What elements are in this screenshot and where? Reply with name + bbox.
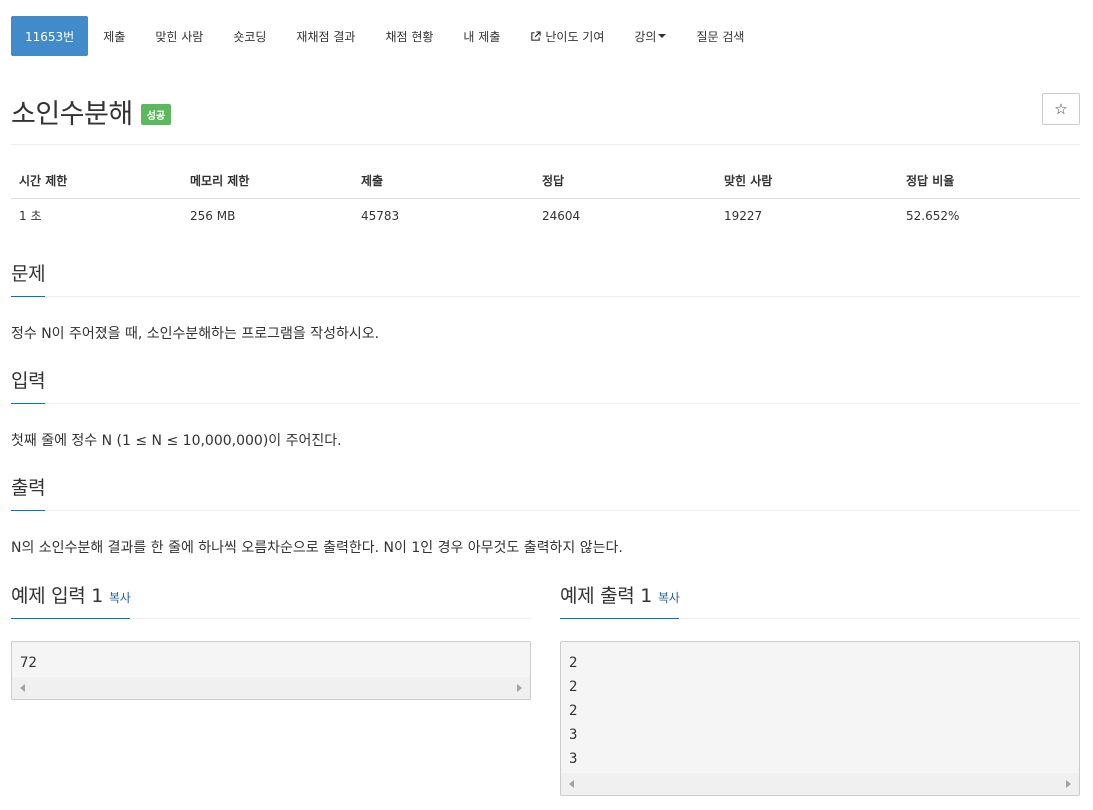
nav-item-label: 제출 [103, 29, 126, 44]
nav-item-label: 맞힌 사람 [155, 29, 204, 44]
header-accept-ratio: 정답 비율 [898, 164, 1080, 199]
favorite-button[interactable]: ☆ [1042, 93, 1080, 125]
nav-item-label: 내 제출 [463, 29, 501, 44]
nav-item-question-search[interactable]: 질문 검색 [681, 16, 759, 56]
nav-item-lectures[interactable]: 강의 [619, 16, 681, 56]
input-description: 첫째 줄에 정수 N (1 ≤ N ≤ 10,000,000)이 주어진다. [11, 433, 342, 449]
sample-input-box[interactable]: 72 [11, 641, 531, 700]
copy-button[interactable]: 복사 [109, 591, 131, 605]
code-line: 2 [569, 655, 578, 671]
problem-nav: 11653번 제출 맞힌 사람 숏코딩 재채점 결과 채점 현황 내 제출 난이… [11, 16, 759, 56]
value-submissions: 45783 [361, 208, 400, 223]
nav-item-my-submissions[interactable]: 내 제출 [448, 16, 515, 56]
value-solvers: 19227 [724, 208, 763, 223]
sample-heading-text: 예제 입력 1 [11, 585, 103, 607]
problem-section: 문제 정수 N이 주어졌을 때, 소인수분해하는 프로그램을 작성하시오. [11, 259, 1080, 343]
header-memory-limit: 메모리 제한 [182, 164, 353, 199]
nav-item-label: 재채점 결과 [296, 29, 356, 44]
sample-output-section: 예제 출력 1 복사 2 2 2 3 3 [560, 581, 1080, 796]
sample-heading-text: 예제 출력 1 [560, 585, 652, 607]
table-row: 1 초 256 MB 45783 24604 19227 52.652% [11, 199, 1080, 233]
section-divider [11, 403, 1080, 404]
output-description: N의 소인수분해 결과를 한 줄에 하나씩 오름차순으로 출력한다. N이 1인… [11, 540, 623, 556]
horizontal-scrollbar[interactable] [561, 773, 1079, 795]
horizontal-scrollbar[interactable] [12, 677, 530, 699]
problem-page: 11653번 제출 맞힌 사람 숏코딩 재채점 결과 채점 현황 내 제출 난이… [0, 0, 1093, 810]
output-section: 출력 N의 소인수분해 결과를 한 줄에 하나씩 오름차순으로 출력한다. N이… [11, 473, 1080, 557]
section-heading-sample-output: 예제 출력 1 복사 [560, 581, 680, 619]
problem-description: 정수 N이 주어졌을 때, 소인수분해하는 프로그램을 작성하시오. [11, 326, 380, 342]
sample-output-lines: 2 2 2 3 3 [561, 642, 1079, 773]
divider [11, 144, 1080, 145]
section-heading-output: 출력 [11, 473, 46, 511]
header-solvers: 맞힌 사람 [716, 164, 898, 199]
nav-item-label: 숏코딩 [233, 29, 267, 44]
header-submissions: 제출 [353, 164, 534, 199]
nav-item-label: 11653번 [25, 29, 75, 44]
table-header-row: 시간 제한 메모리 제한 제출 정답 맞힌 사람 정답 비율 [11, 164, 1080, 199]
section-heading-input: 입력 [11, 366, 46, 404]
value-accept-ratio: 52.652% [906, 208, 960, 223]
header-accepted: 정답 [534, 164, 716, 199]
code-line: 3 [569, 751, 578, 767]
nav-item-problem-number[interactable]: 11653번 [11, 16, 89, 56]
nav-item-judge-status[interactable]: 채점 현황 [370, 16, 448, 56]
header-time-limit: 시간 제한 [11, 164, 182, 199]
code-line: 2 [569, 703, 578, 719]
sample-input-section: 예제 입력 1 복사 72 [11, 581, 531, 700]
scroll-right-icon[interactable] [517, 684, 522, 692]
copy-button[interactable]: 복사 [658, 591, 680, 605]
nav-item-difficulty-contribution[interactable]: 난이도 기여 [515, 16, 619, 56]
section-divider [11, 296, 1080, 297]
nav-item-label: 난이도 기여 [545, 29, 605, 44]
code-line: 3 [569, 727, 578, 743]
sample-output-box[interactable]: 2 2 2 3 3 [560, 641, 1080, 796]
value-time-limit: 1 초 [19, 209, 42, 223]
input-section: 입력 첫째 줄에 정수 N (1 ≤ N ≤ 10,000,000)이 주어진다… [11, 366, 1080, 450]
caret-down-icon [658, 34, 667, 38]
status-badge: 성공 [140, 104, 172, 125]
external-link-icon [531, 30, 542, 41]
nav-item-label: 채점 현황 [385, 29, 434, 44]
problem-info-table: 시간 제한 메모리 제한 제출 정답 맞힌 사람 정답 비율 1 초 256 M… [11, 164, 1080, 232]
section-heading-sample-input: 예제 입력 1 복사 [11, 581, 131, 619]
value-accepted: 24604 [542, 208, 581, 223]
scroll-right-icon[interactable] [1066, 780, 1071, 788]
code-line: 72 [20, 655, 37, 671]
nav-item-submit[interactable]: 제출 [88, 16, 140, 56]
scroll-left-icon[interactable] [20, 684, 25, 692]
star-icon: ☆ [1054, 100, 1068, 118]
code-line: 2 [569, 679, 578, 695]
title-row: 소인수분해 성공 [11, 92, 172, 131]
value-memory-limit: 256 MB [190, 208, 236, 223]
scroll-left-icon[interactable] [569, 780, 574, 788]
section-divider [11, 510, 1080, 511]
page-title: 소인수분해 [11, 99, 133, 130]
nav-item-rejudge-results[interactable]: 재채점 결과 [281, 16, 370, 56]
section-heading-problem: 문제 [11, 259, 46, 297]
nav-item-solvers[interactable]: 맞힌 사람 [140, 16, 218, 56]
nav-item-label: 강의 [634, 29, 657, 44]
nav-item-label: 질문 검색 [696, 29, 745, 44]
sample-input-lines: 72 [12, 642, 530, 677]
nav-item-short-coding[interactable]: 숏코딩 [218, 16, 281, 56]
